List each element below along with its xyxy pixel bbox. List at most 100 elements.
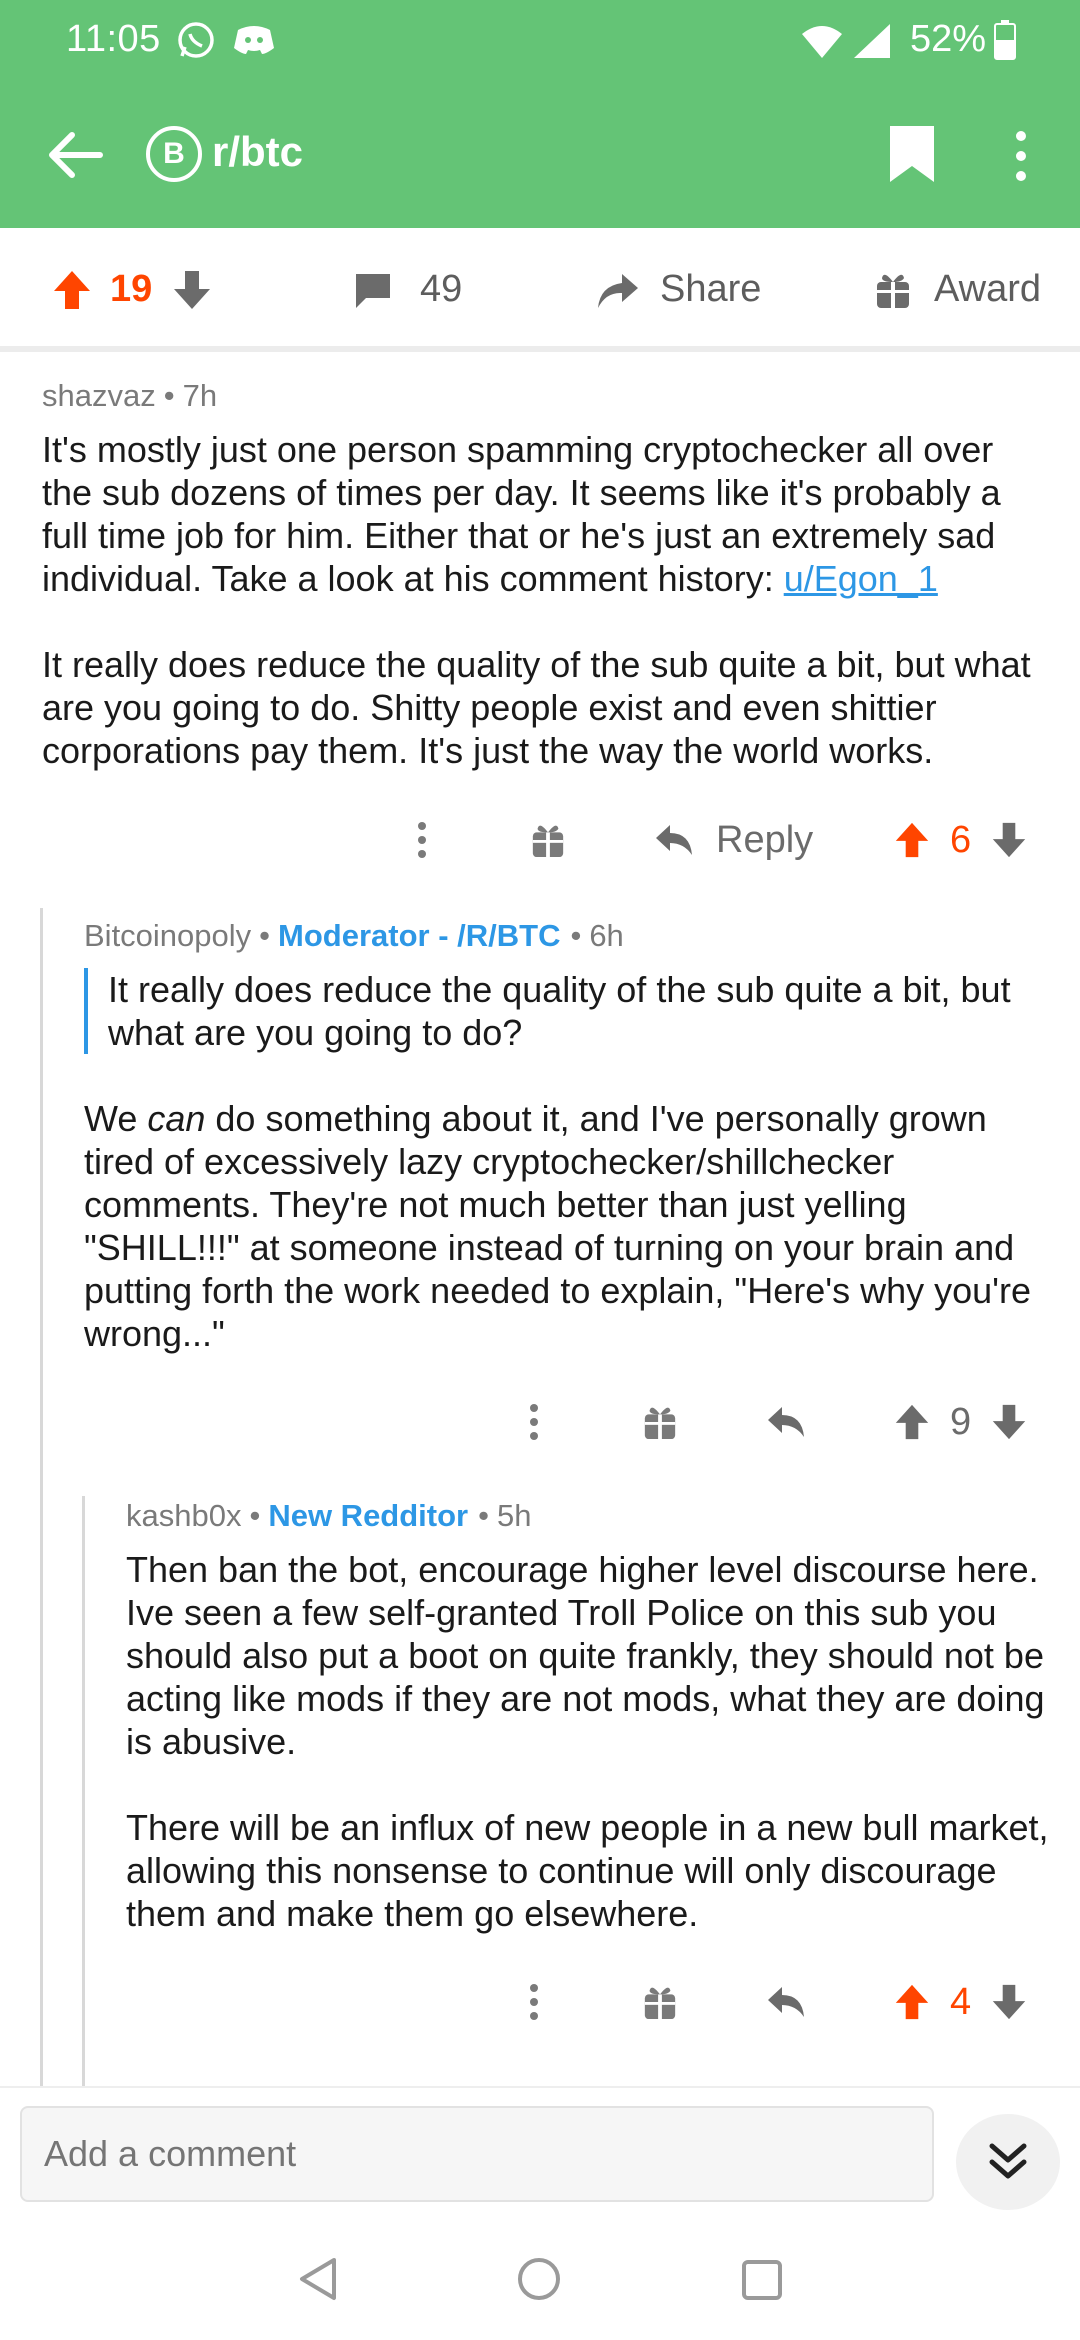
comment-kashb0x: kashb0x • New Redditor • 5h Then ban the… (126, 1498, 1060, 1935)
comment-composer (0, 2086, 1080, 2216)
reply-button[interactable] (766, 1392, 806, 1452)
comment-icon (356, 273, 390, 308)
comment-paragraph: It's mostly just one person spamming cry… (42, 428, 1042, 600)
double-chevron-down-icon (989, 2143, 1027, 2179)
reply-button[interactable]: Reply (654, 810, 813, 870)
thread-line[interactable] (40, 908, 43, 2088)
reply-button[interactable] (766, 1972, 806, 2032)
comment-author[interactable]: shazvaz (42, 378, 156, 414)
blockquote: It really does reduce the quality of the… (84, 968, 1060, 1054)
comment-vote-group: 9 (894, 1392, 1027, 1452)
status-bar: 11:05 52% (0, 0, 1080, 80)
award-button[interactable]: Award (874, 268, 1041, 311)
signal-icon (852, 22, 892, 65)
share-label: Share (660, 268, 762, 310)
gift-icon (877, 274, 909, 308)
comment-actions: 4 (0, 1972, 1080, 2032)
share-button[interactable]: Share (594, 268, 761, 311)
comment-more-button[interactable] (524, 1972, 544, 2032)
nav-home-icon[interactable] (516, 2256, 562, 2302)
subreddit-icon: B (146, 126, 202, 182)
comment-actions: Reply 6 (0, 810, 1080, 870)
emphasis-text: can (147, 1098, 206, 1139)
user-flair: Moderator - /R/BTC (278, 918, 561, 953)
meta-separator: • (570, 918, 582, 953)
comment-body: It really does reduce the quality of the… (84, 968, 1060, 1355)
downvote-icon[interactable] (172, 269, 212, 311)
comment-bitcoinopoly: Bitcoinopoly • Moderator - /R/BTC • 6h I… (84, 918, 1060, 1355)
comment-actions: 9 (0, 1392, 1080, 1452)
subreddit-name[interactable]: r/btc (212, 128, 303, 176)
comments-button[interactable]: 49 (352, 268, 462, 311)
more-vertical-icon (530, 1984, 538, 2020)
next-comment-button[interactable] (956, 2114, 1060, 2210)
comment-paragraph: We can do something about it, and I've p… (84, 1097, 1060, 1355)
gift-icon (532, 825, 564, 858)
upvote-icon[interactable] (52, 269, 92, 311)
meta-separator: • (259, 918, 271, 953)
app-header: 11:05 52% B r/btc (0, 0, 1080, 228)
comment-paragraph-text: We (84, 1098, 148, 1139)
discord-icon (232, 20, 276, 65)
comment-score: 4 (950, 1980, 972, 2023)
comment-vote-group: 6 (894, 810, 1027, 870)
comment-body: Then ban the bot, encourage higher level… (126, 1548, 1060, 1935)
comment-award-button[interactable] (642, 1972, 678, 2032)
back-button[interactable] (40, 120, 110, 190)
user-link[interactable]: u/Egon_1 (784, 558, 938, 599)
comment-meta: shazvaz • 7h (42, 378, 1042, 414)
bookmark-icon (890, 126, 934, 182)
more-vertical-icon (1016, 131, 1026, 181)
upvote-icon[interactable] (894, 1403, 930, 1441)
comment-paragraph: There will be an influx of new people in… (126, 1807, 1049, 1934)
more-options-button[interactable] (1006, 126, 1036, 186)
comment-vote-group: 4 (894, 1972, 1027, 2032)
comment-paragraph: Then ban the bot, encourage higher level… (126, 1549, 1045, 1762)
gift-icon (644, 1987, 676, 2020)
user-flair: New Redditor (268, 1498, 469, 1533)
comment-more-button[interactable] (412, 810, 432, 870)
bookmark-button[interactable] (884, 124, 940, 184)
add-comment-input[interactable] (20, 2106, 934, 2202)
comment-author[interactable]: kashb0x (126, 1498, 241, 1534)
comment-shazvaz: shazvaz • 7h It's mostly just one person… (42, 378, 1042, 772)
downvote-icon[interactable] (991, 1403, 1027, 1441)
comment-award-button[interactable] (642, 1392, 678, 1452)
comment-award-button[interactable] (530, 810, 566, 870)
gift-icon (644, 1407, 676, 1440)
comment-more-button[interactable] (524, 1392, 544, 1452)
award-label: Award (934, 268, 1042, 310)
whatsapp-icon (176, 20, 216, 65)
comment-meta: kashb0x • New Redditor • 5h (126, 1498, 1060, 1534)
comment-body: It's mostly just one person spamming cry… (42, 428, 1042, 772)
comment-count: 49 (420, 268, 463, 310)
comment-age: 5h (496, 1498, 532, 1533)
more-vertical-icon (530, 1404, 538, 1440)
reply-label: Reply (716, 818, 814, 861)
reply-icon (768, 1987, 804, 2017)
post-score: 19 (110, 268, 153, 310)
comment-meta: Bitcoinopoly • Moderator - /R/BTC • 6h (84, 918, 1060, 954)
comment-score: 6 (950, 818, 972, 861)
upvote-icon[interactable] (894, 821, 930, 859)
downvote-icon[interactable] (991, 821, 1027, 859)
comment-paragraph: It really does reduce the quality of the… (42, 644, 1031, 771)
upvote-icon[interactable] (894, 1983, 930, 2021)
comment-age: 6h (589, 918, 624, 953)
battery-percent: 52% (910, 18, 987, 60)
downvote-icon[interactable] (991, 1983, 1027, 2021)
post-vote-group: 19 (52, 268, 212, 311)
comment-author[interactable]: Bitcoinopoly (84, 918, 251, 954)
reply-icon (768, 1407, 804, 1437)
share-icon (598, 273, 638, 308)
post-action-bar: 19 49 Share Award (0, 228, 1080, 352)
meta-separator: • (249, 1498, 261, 1533)
status-time: 11:05 (66, 18, 161, 60)
nav-back-icon[interactable] (296, 2256, 340, 2302)
back-arrow-icon (49, 132, 103, 178)
more-vertical-icon (418, 822, 426, 858)
comment-paragraph-text: do something about it, and I've personal… (84, 1098, 1032, 1354)
comment-age: 7h (182, 378, 218, 413)
nav-recents-icon[interactable] (740, 2258, 784, 2302)
battery-icon (994, 20, 1016, 65)
